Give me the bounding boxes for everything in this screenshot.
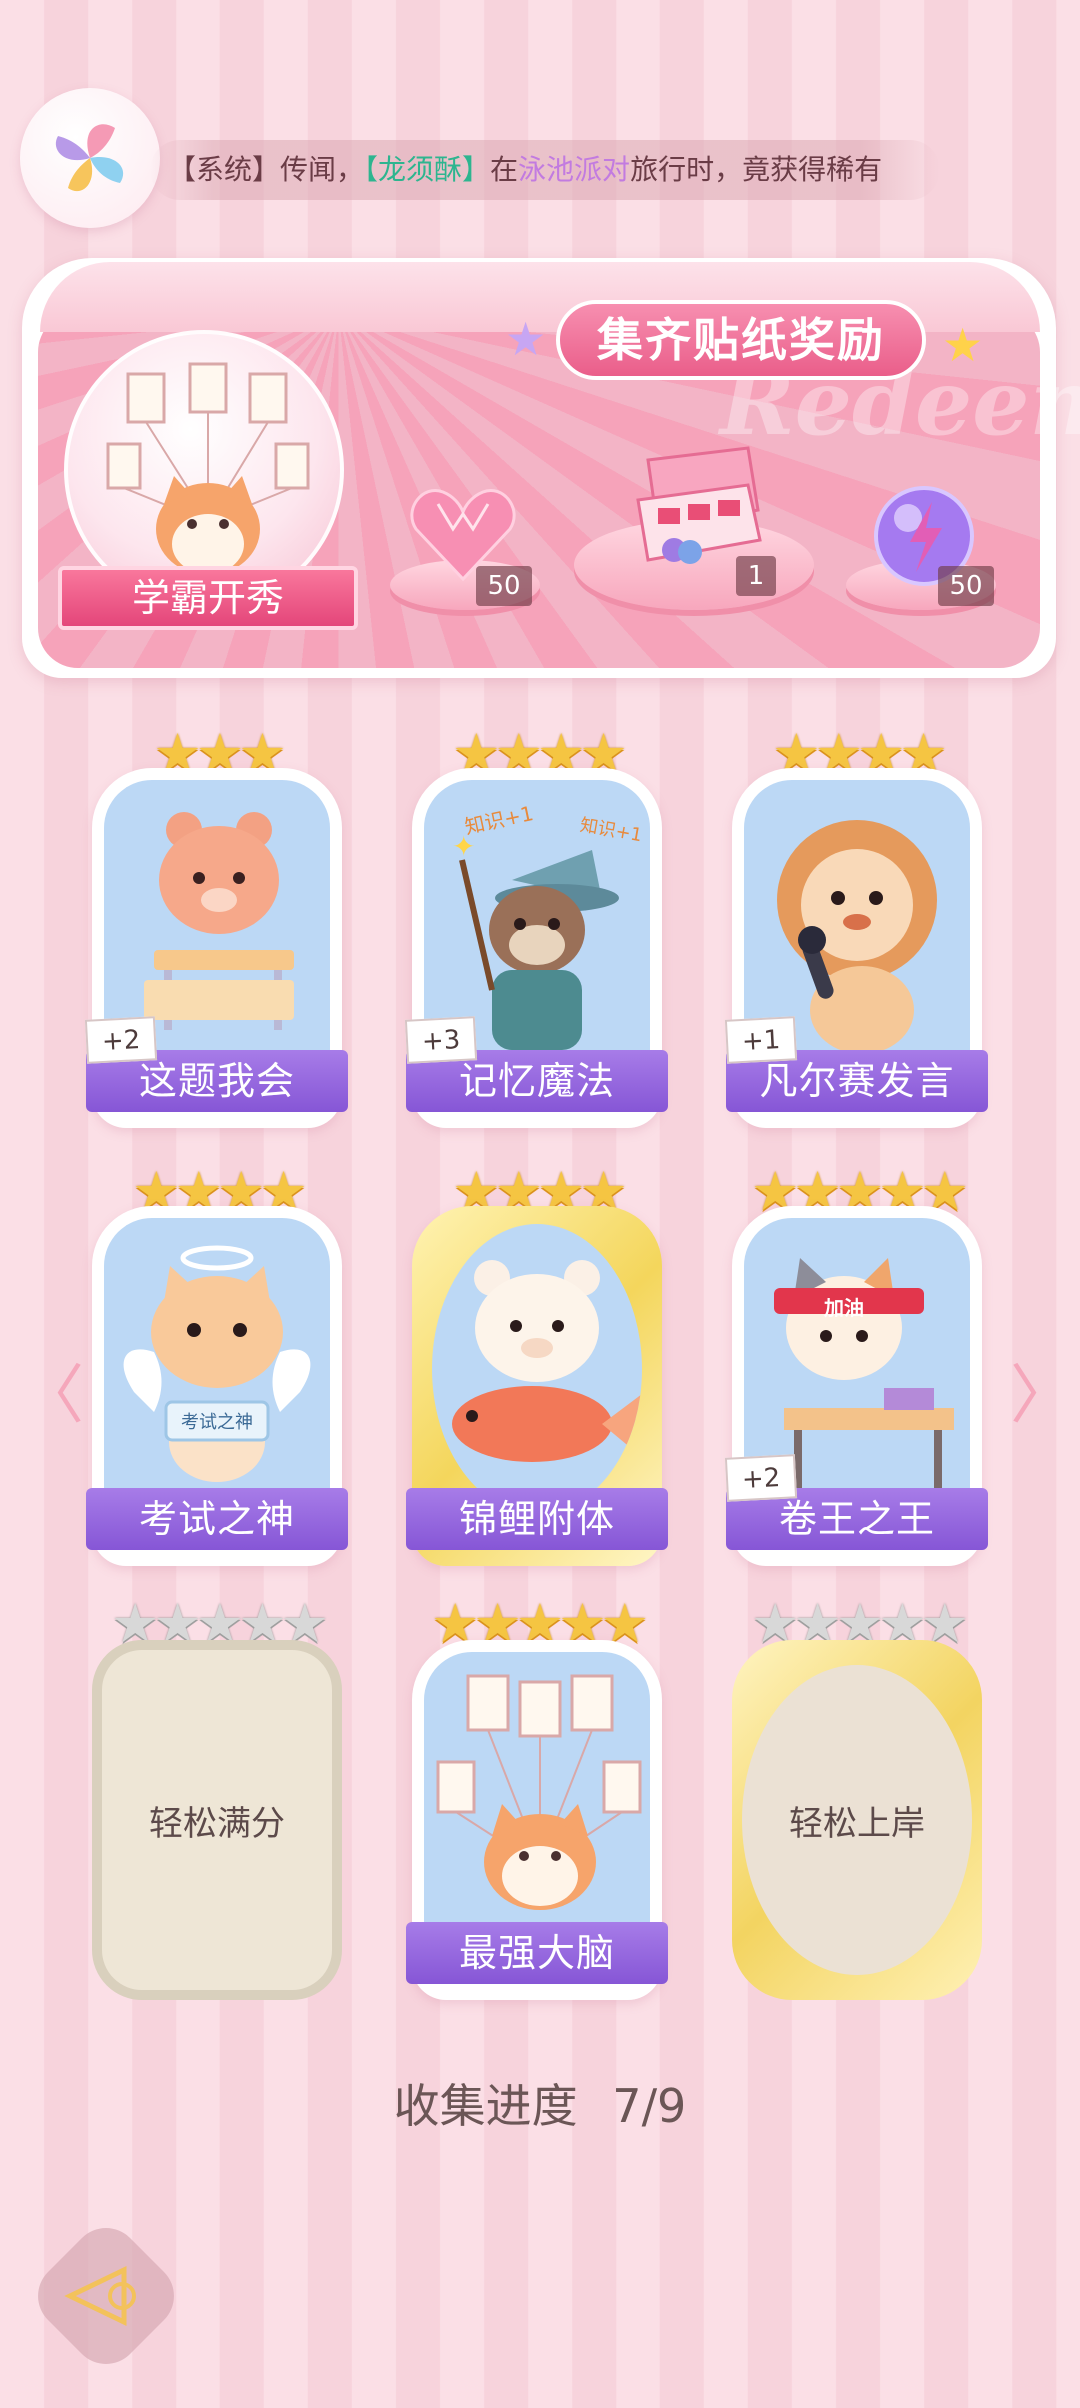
locked-sticker-card-rare[interactable]: 轻松上岸 bbox=[732, 1640, 982, 2000]
sticker-art-text: 考试之神 bbox=[181, 1412, 253, 1433]
sticker-card[interactable]: 凡尔赛发言 +1 bbox=[724, 768, 988, 1128]
next-page-arrow-icon[interactable]: 〉 bbox=[1010, 1344, 1074, 1436]
ticker-place: 泳池派对 bbox=[518, 153, 631, 186]
progress-label: 收集进度 bbox=[393, 2079, 578, 2133]
gift-box-icon bbox=[628, 440, 768, 574]
pinwheel-logo-icon bbox=[55, 124, 124, 192]
ticker-text: 旅行时，竟获得稀有 bbox=[630, 153, 883, 186]
reward-count: 50 bbox=[476, 566, 532, 606]
ticker-text: 在 bbox=[490, 153, 519, 186]
sticker-card-rare[interactable]: 锦鲤附体 bbox=[406, 1206, 668, 1566]
previous-page-arrow-icon[interactable]: 〈 bbox=[20, 1344, 84, 1436]
reward-count: 50 bbox=[938, 566, 994, 606]
duplicate-count-badge: +1 bbox=[724, 1016, 798, 1064]
system-broadcast-ticker: 【系统】传闻，【龙须酥】在泳池派对旅行时，竟获得稀有 bbox=[150, 140, 940, 200]
sticker-card[interactable]: 最强大脑 bbox=[406, 1640, 668, 2000]
reward-count: 1 bbox=[736, 556, 776, 596]
locked-sticker-name: 轻松上岸 bbox=[789, 1803, 925, 1844]
angel-cat-icon bbox=[123, 1245, 311, 1482]
duplicate-count-badge: +3 bbox=[404, 1016, 478, 1064]
locked-sticker-slot: 轻松上岸 bbox=[742, 1665, 972, 1975]
sticker-label: 最强大脑 bbox=[406, 1922, 668, 1984]
sticker-set-ribbon: 学霸开秀 bbox=[58, 566, 358, 630]
gold-star-icon: ★ bbox=[942, 318, 984, 372]
ticker-text: 【系统】传闻， bbox=[168, 153, 365, 186]
sticker-card[interactable]: 加油 卷王之王 +2 bbox=[724, 1206, 988, 1566]
sticker-card[interactable]: 这题我会 +2 bbox=[84, 768, 348, 1128]
sticker-art-text: 加油 bbox=[824, 1296, 864, 1320]
duplicate-count-badge: +2 bbox=[724, 1454, 798, 1502]
app-logo[interactable] bbox=[20, 88, 160, 228]
progress-value: 7/9 bbox=[612, 2079, 687, 2133]
bear-koi-icon bbox=[452, 1260, 642, 1462]
sticker-label: 考试之神 bbox=[86, 1488, 348, 1550]
banner-title: 集齐贴纸奖励 bbox=[556, 300, 926, 380]
ticker-player-name: 【龙须酥】 bbox=[364, 153, 491, 186]
sticker-card[interactable]: 考试之神 考试之神 bbox=[86, 1206, 348, 1566]
sticker-label: 锦鲤附体 bbox=[406, 1488, 668, 1550]
bear-at-desk-icon bbox=[144, 812, 294, 1030]
lilac-star-icon: ★ bbox=[505, 312, 547, 366]
locked-sticker-card[interactable]: 轻松满分 bbox=[92, 1640, 342, 2000]
cat-papers-icon bbox=[106, 362, 310, 575]
duplicate-count-badge: +2 bbox=[84, 1016, 158, 1064]
locked-sticker-name: 轻松满分 bbox=[149, 1803, 285, 1844]
svg-text:✦: ✦ bbox=[452, 830, 475, 863]
cat-papers-icon bbox=[436, 1674, 642, 1910]
sticker-card[interactable]: 知识+1 知识+1 ✦ 记忆魔法 +3 bbox=[404, 768, 668, 1128]
collection-progress: 收集进度 7/9 bbox=[0, 2070, 1080, 2136]
back-arrow-icon bbox=[64, 2264, 148, 2332]
